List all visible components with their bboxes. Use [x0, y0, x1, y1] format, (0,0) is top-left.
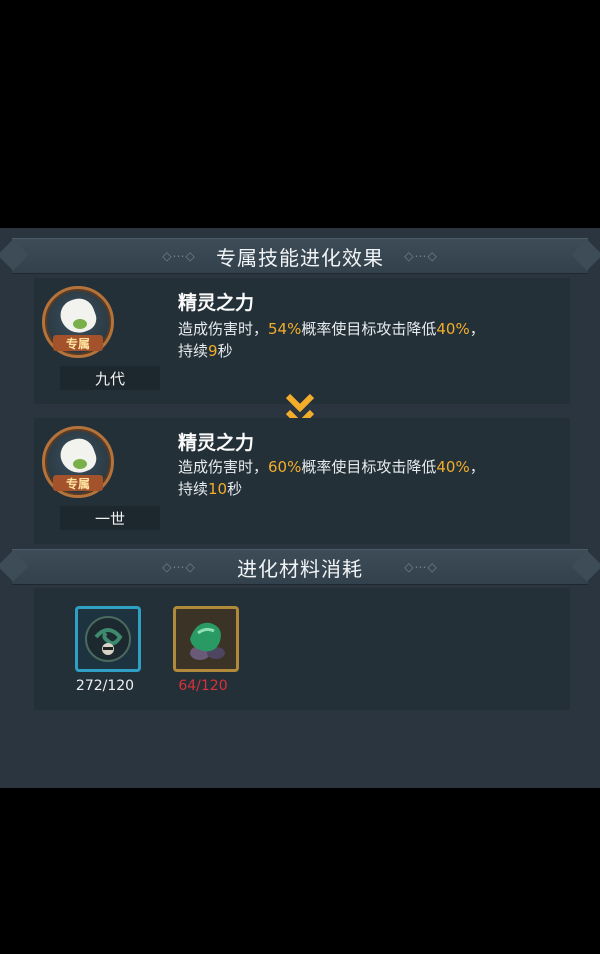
chance-value: 60%	[268, 458, 302, 476]
leaf-icon	[73, 459, 87, 469]
skill-desc-before: 造成伤害时，54%概率使目标攻击降低40%， 持续9秒	[178, 320, 485, 360]
exclusive-badge: 专属	[53, 335, 103, 351]
green-gem-icon[interactable]	[173, 606, 239, 672]
banner-right-tip	[571, 239, 600, 271]
leaf-icon	[73, 319, 87, 329]
effect-section-header: ◇⋯◇ 专属技能进化效果 ◇⋯◇	[0, 238, 600, 274]
material-section-header: ◇⋯◇ 进化材料消耗 ◇⋯◇	[0, 549, 600, 585]
ornament-icon: ◇⋯◇	[404, 560, 438, 574]
chance-value: 54%	[268, 320, 302, 338]
reduce-value: 40%	[436, 320, 470, 338]
effect-section-title: 专属技能进化效果	[216, 245, 384, 270]
material-count-2: 64/120	[178, 678, 228, 694]
material-section-title: 进化材料消耗	[237, 556, 363, 581]
feather-icon	[56, 434, 100, 478]
exclusive-badge: 专属	[53, 475, 103, 491]
soul-stone-icon[interactable]	[75, 606, 141, 672]
feather-icon	[56, 294, 100, 338]
skill-name-after: 精灵之力	[178, 432, 255, 454]
skill-icon-before[interactable]: 专属	[42, 286, 114, 358]
skill-name-before: 精灵之力	[178, 292, 255, 314]
skill-desc-after: 造成伤害时，60%概率使目标攻击降低40%， 持续10秒	[178, 458, 485, 498]
reduce-value: 40%	[436, 458, 470, 476]
skill-icon-after[interactable]: 专属	[42, 426, 114, 498]
banner-left-tip	[0, 550, 29, 582]
banner-right-tip	[571, 550, 600, 582]
ornament-icon: ◇⋯◇	[162, 560, 196, 574]
ornament-icon: ◇⋯◇	[162, 249, 196, 263]
duration-value: 10	[208, 480, 228, 498]
banner-left-tip	[0, 239, 29, 271]
tier-label-before: 九代	[60, 366, 160, 390]
tier-label-after: 一世	[60, 506, 160, 530]
duration-value: 9	[208, 342, 218, 360]
ornament-icon: ◇⋯◇	[404, 249, 438, 263]
